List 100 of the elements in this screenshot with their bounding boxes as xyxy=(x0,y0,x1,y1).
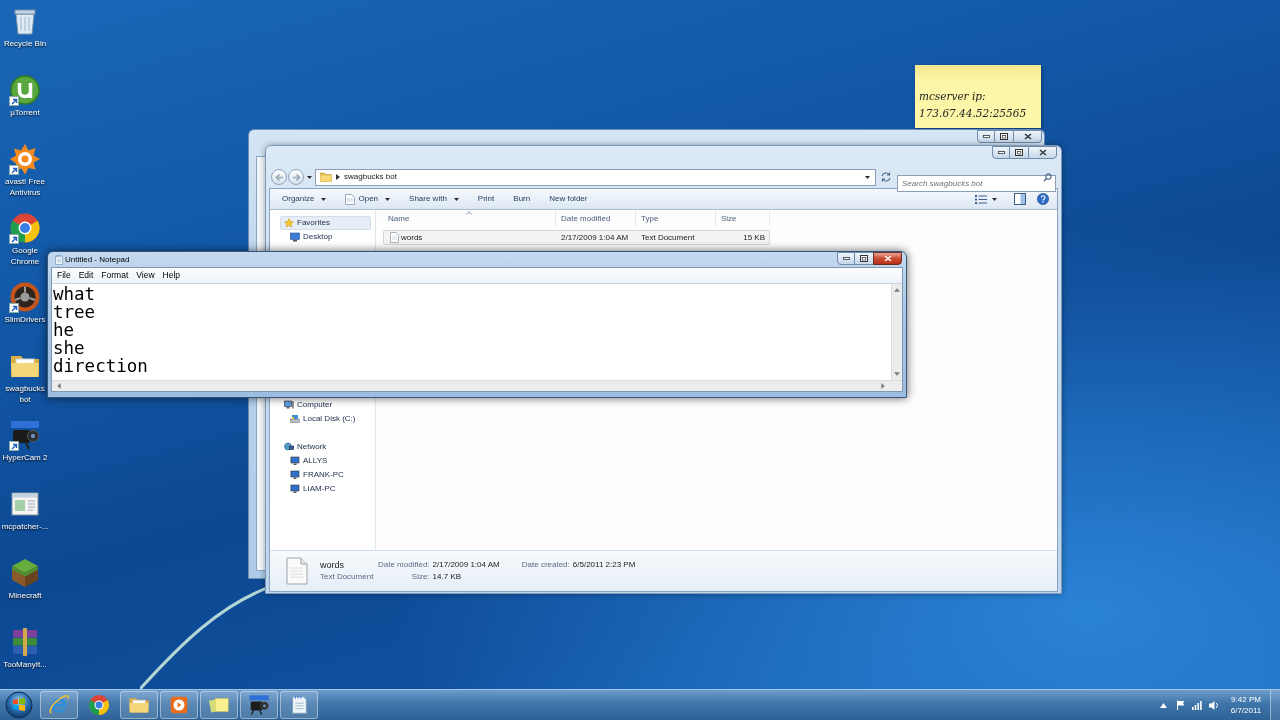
globe-monitor-icon xyxy=(284,442,294,452)
show-desktop-button[interactable] xyxy=(1270,690,1280,720)
nav-item[interactable]: LIAM-PC xyxy=(280,482,371,496)
nav-item[interactable]: FRANK-PC xyxy=(280,468,371,482)
text-file-icon xyxy=(286,557,308,585)
breadcrumb-item[interactable]: swagbucks bot xyxy=(344,171,397,183)
column-header[interactable]: Size xyxy=(716,211,770,226)
address-bar[interactable]: swagbucks bot xyxy=(315,168,876,186)
menu-item[interactable]: View xyxy=(132,267,159,284)
help-icon[interactable] xyxy=(1037,193,1049,205)
forward-arrow-icon xyxy=(291,172,301,182)
file-type: Text Document xyxy=(641,232,695,242)
desktop-shortcut[interactable]: avast! Free Antivirus xyxy=(0,138,50,207)
text-file-icon xyxy=(390,232,399,243)
view-options-icon[interactable] xyxy=(975,194,987,204)
scroll-down-arrow-icon[interactable] xyxy=(894,372,900,376)
toolbar-button[interactable]: Print xyxy=(473,190,499,208)
scroll-left-arrow-icon[interactable] xyxy=(57,383,61,389)
maximize-button[interactable] xyxy=(855,252,873,265)
text-area[interactable]: what tree he she direction xyxy=(52,284,891,380)
notepad-icon xyxy=(55,254,63,265)
vertical-scrollbar[interactable] xyxy=(891,284,902,380)
flag-icon[interactable] xyxy=(1176,700,1185,710)
desktop-shortcut[interactable]: TooManyIt... xyxy=(0,621,50,690)
search-field[interactable]: Search swagbucks bot xyxy=(897,174,1056,192)
detail-label: Size: xyxy=(410,571,430,583)
taskbar-button[interactable] xyxy=(240,691,278,719)
toolbar-button[interactable]: Burn xyxy=(509,190,535,208)
detail-label: Date modified: xyxy=(378,559,430,571)
desktop-shortcut[interactable]: Recycle Bin xyxy=(0,0,50,69)
column-header[interactable]: Date modified xyxy=(556,211,636,226)
maximize-button[interactable] xyxy=(1010,146,1028,159)
search-icon[interactable] xyxy=(1043,172,1052,182)
file-date: 2/17/2009 1:04 AM xyxy=(561,232,629,242)
e-logo-icon xyxy=(48,694,70,716)
note-text: mcserver ip: xyxy=(919,89,986,104)
nav-item[interactable]: ALLYS xyxy=(280,454,371,468)
caret-down-icon[interactable] xyxy=(992,197,997,201)
file-size: 15 KB xyxy=(743,231,765,244)
scroll-right-arrow-icon[interactable] xyxy=(881,383,885,389)
preview-pane-icon[interactable] xyxy=(1014,193,1026,205)
nav-item[interactable]: Desktop xyxy=(280,230,371,244)
detail-label: Date created: xyxy=(521,559,570,571)
close-button[interactable] xyxy=(1028,146,1057,159)
monitor-icon xyxy=(290,470,300,480)
dropdown-arrow-icon[interactable] xyxy=(865,175,870,179)
desktop-shortcut[interactable]: Google Chrome xyxy=(0,207,50,276)
camera-icon xyxy=(248,694,270,716)
maximize-icon xyxy=(1015,149,1023,156)
close-button[interactable] xyxy=(873,252,902,265)
file-name: words xyxy=(401,231,423,244)
caret-down-icon[interactable] xyxy=(307,175,312,179)
drive-icon xyxy=(290,414,300,424)
desktop-icon xyxy=(290,232,300,242)
close-icon xyxy=(1038,149,1047,156)
column-header[interactable]: Name xyxy=(383,211,556,226)
toolbar-button[interactable]: Organize xyxy=(278,190,331,208)
column-header[interactable]: Type xyxy=(636,211,716,226)
minimize-button[interactable] xyxy=(837,252,855,265)
file-row[interactable]: words 2/17/2009 1:04 AM Text Document 15 KB xyxy=(383,230,770,245)
menu-item[interactable]: Format xyxy=(97,267,133,284)
desktop-shortcut[interactable]: µTorrent xyxy=(0,69,50,138)
detail-value: 6/5/2011 2:23 PM xyxy=(572,559,636,571)
nav-item[interactable]: Local Disk (C:) xyxy=(280,412,371,426)
toolbar-button[interactable]: New folder xyxy=(545,190,592,208)
file-name: words xyxy=(320,559,344,571)
nav-item[interactable]: Network xyxy=(280,440,371,454)
maximize-icon xyxy=(1000,133,1008,140)
desktop-shortcut[interactable]: mcpatcher-... xyxy=(0,483,50,552)
show-hidden-icons-icon[interactable] xyxy=(1160,702,1167,708)
clock-time: 9:42 PM xyxy=(1231,694,1261,705)
menu-item[interactable]: Help xyxy=(158,267,185,284)
window-title: Untitled - Notepad xyxy=(65,253,130,266)
minimize-icon xyxy=(982,135,990,138)
minimize-button[interactable] xyxy=(977,130,995,143)
maximize-button[interactable] xyxy=(995,130,1013,143)
desktop-shortcut[interactable]: Minecraft xyxy=(0,552,50,621)
grass-block-icon xyxy=(9,557,41,589)
minimize-icon xyxy=(842,257,850,260)
nav-item[interactable]: Computer xyxy=(280,398,371,412)
sticky-note[interactable]: mcserver ip: 173.67.44.52:25565 xyxy=(915,65,1041,128)
detail-value: 14.7 KB xyxy=(432,571,463,583)
monitor-icon xyxy=(290,456,300,466)
breadcrumb-arrow-icon[interactable] xyxy=(336,174,340,180)
toolbar-button[interactable]: Share with xyxy=(405,190,463,208)
scroll-up-arrow-icon[interactable] xyxy=(894,288,900,292)
ring-logo-icon xyxy=(9,212,41,244)
toolbar-button[interactable]: Open xyxy=(341,190,395,208)
star-icon xyxy=(284,218,294,228)
computer-icon xyxy=(284,400,294,410)
minimize-button[interactable] xyxy=(992,146,1010,159)
signal-bars-icon[interactable] xyxy=(1192,700,1202,710)
note-text: 173.67.44.52:25565 xyxy=(919,106,1027,121)
speaker-icon[interactable] xyxy=(1208,699,1218,711)
desktop-shortcut[interactable]: HyperCam 2 xyxy=(0,414,50,483)
menu-item[interactable]: Edit xyxy=(74,267,98,284)
horizontal-scrollbar[interactable] xyxy=(52,380,902,391)
nav-item[interactable]: Favorites xyxy=(280,216,371,230)
menu-item[interactable]: File xyxy=(53,267,75,284)
close-button[interactable] xyxy=(1013,130,1042,143)
